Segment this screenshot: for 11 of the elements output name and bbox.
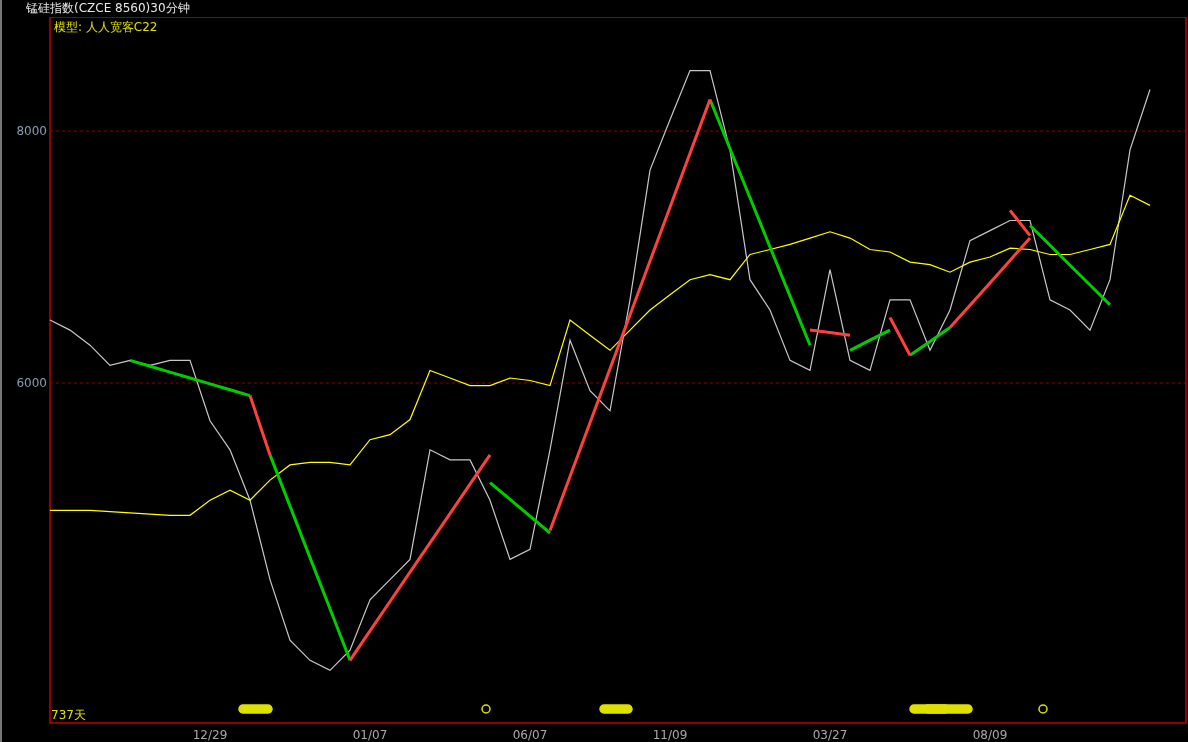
model-label: 模型: 人人宽客C22 (54, 19, 158, 36)
x-axis-label: 08/09 (972, 728, 1008, 742)
x-axis-label: 06/07 (512, 728, 548, 742)
x-axis-label: 03/27 (812, 728, 848, 742)
x-axis-label: 01/07 (352, 728, 388, 742)
y-axis-label: 6000 (16, 376, 47, 391)
x-axis-label: 11/09 (652, 728, 688, 742)
window-title: 锰硅指数(CZCE 8560)30分钟 (26, 0, 190, 17)
y-axis-label: 8000 (16, 124, 47, 139)
x-axis-label: 12/29 (192, 728, 228, 742)
range-label: 737天 (51, 707, 86, 724)
